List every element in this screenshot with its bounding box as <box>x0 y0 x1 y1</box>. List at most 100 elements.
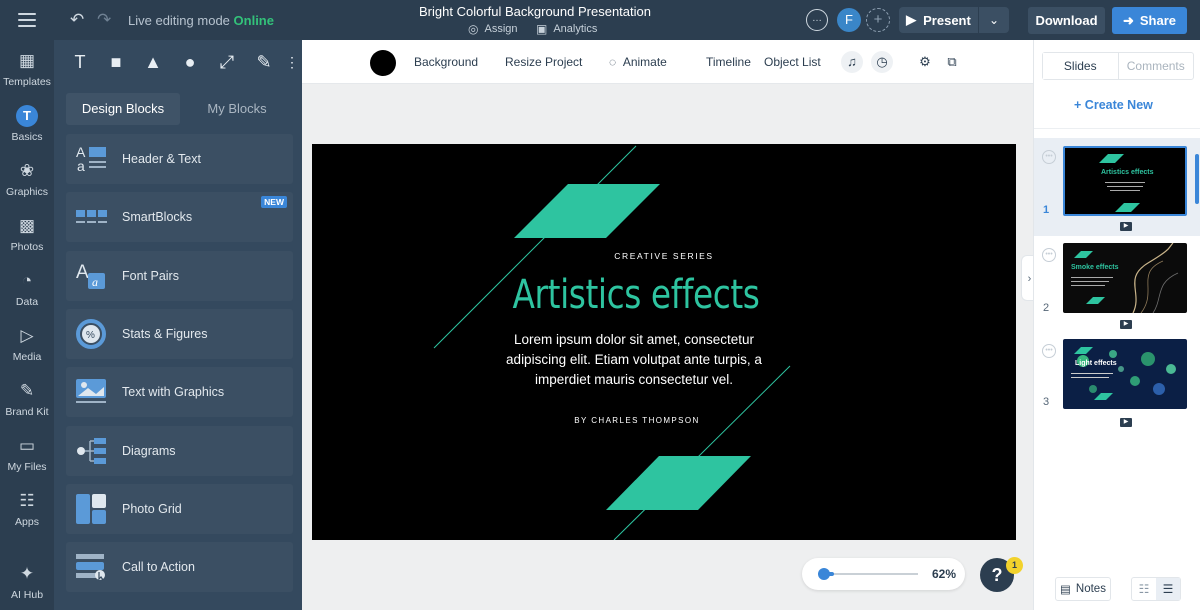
insert-tools: T ■ ▲ ● ⤢ ✎ ⋮ <box>54 40 302 86</box>
triangle-tool-icon[interactable]: ▲ <box>143 52 163 72</box>
list-view-icon[interactable]: ☰ <box>1156 578 1180 600</box>
animate-button[interactable]: ◌ Animate <box>609 55 667 69</box>
tab-design-blocks[interactable]: Design Blocks <box>66 93 180 125</box>
panel-tabs: Design Blocks My Blocks <box>66 93 294 125</box>
slide-thumbnail-row[interactable]: ••• 2 Smoke effects ▶ <box>1034 236 1200 334</box>
slide-options-icon[interactable]: ••• <box>1042 248 1056 262</box>
rectangle-tool-icon[interactable]: ■ <box>106 52 126 72</box>
block-smartblocks[interactable]: SmartBlocks NEW <box>66 192 293 242</box>
slides-scrollbar[interactable] <box>1195 154 1199 204</box>
background-color-swatch[interactable] <box>370 50 396 76</box>
slide-thumbnail-row[interactable]: ••• 1 Artistics effects ▶ <box>1034 138 1200 236</box>
zoom-slider-handle[interactable] <box>818 568 830 580</box>
line-tool-icon[interactable]: ⤢ <box>217 52 237 72</box>
block-diagrams[interactable]: Diagrams <box>66 426 293 476</box>
animate-icon: ◌ <box>609 55 617 69</box>
block-header-text[interactable]: Aa Header & Text <box>66 134 293 184</box>
left-nav: ▦ Templates T Basics ❀ Graphics ▩ Photos… <box>0 40 54 610</box>
tab-my-blocks[interactable]: My Blocks <box>180 93 294 125</box>
nav-item-photos[interactable]: ▩ Photos <box>0 215 54 253</box>
block-stats-figures[interactable]: % Stats & Figures <box>66 309 293 359</box>
slides-panel: Slides Comments + Create New ••• 1 Artis… <box>1033 40 1200 610</box>
accent-parallelogram-top[interactable] <box>514 184 660 238</box>
block-label: Stats & Figures <box>122 327 208 341</box>
block-font-pairs[interactable]: Aa Font Pairs <box>66 251 293 301</box>
nav-item-apps[interactable]: ☷ Apps <box>0 490 54 528</box>
pen-tool-icon[interactable]: ✎ <box>254 52 274 72</box>
analytics-link[interactable]: ▣ Analytics <box>536 22 597 36</box>
download-button[interactable]: Download <box>1028 7 1105 34</box>
photo-grid-icon <box>76 494 108 524</box>
transition-icon[interactable]: ▶ <box>1120 418 1132 427</box>
block-photo-grid[interactable]: Photo Grid <box>66 484 293 534</box>
comments-icon[interactable]: … <box>806 9 828 31</box>
search-slide-icon[interactable]: ⧉ <box>941 51 963 73</box>
zoom-control: 62% <box>802 558 965 590</box>
avatar[interactable]: F <box>837 8 861 32</box>
slide-thumbnail[interactable]: Smoke effects <box>1063 243 1187 313</box>
menu-icon[interactable] <box>18 13 36 27</box>
notes-button[interactable]: ▤ Notes <box>1055 577 1111 601</box>
slide-body[interactable]: Lorem ipsum dolor sit amet, consectetur … <box>502 330 766 390</box>
redo-icon[interactable]: ↷ <box>97 10 111 30</box>
timeline-button[interactable]: Timeline <box>706 55 751 69</box>
slide-options-icon[interactable]: ••• <box>1042 150 1056 164</box>
text-with-graphics-icon <box>76 377 108 407</box>
more-tools-icon[interactable]: ⋮ <box>282 52 302 72</box>
brand-kit-icon: ✎ <box>19 381 35 400</box>
slides-panel-tabs: Slides Comments <box>1042 52 1194 80</box>
background-button[interactable]: Background <box>414 55 478 69</box>
grid-view-icon[interactable]: ☷ <box>1132 578 1156 600</box>
editor-toolbar: Background Resize Project ◌ Animate Time… <box>302 40 1033 84</box>
accent-parallelogram-bottom[interactable] <box>606 456 751 510</box>
slide-thumbnail[interactable]: Light effects <box>1063 339 1187 409</box>
slide-number: 3 <box>1043 396 1050 408</box>
slide-byline[interactable]: BY CHARLES THOMPSON <box>312 416 962 425</box>
nav-label: Photos <box>10 241 44 253</box>
nav-item-graphics[interactable]: ❀ Graphics <box>0 160 54 198</box>
nav-item-data[interactable]: ◔ Data <box>0 270 54 308</box>
slide-thumbnail[interactable]: Artistics effects <box>1063 146 1187 216</box>
zoom-track[interactable] <box>824 573 918 575</box>
nav-label: Brand Kit <box>5 406 49 418</box>
nav-item-ai-hub[interactable]: ✦ AI Hub <box>0 563 54 601</box>
slide-title[interactable]: Artistics effects <box>370 272 901 318</box>
nav-label: Basics <box>11 131 43 143</box>
tab-slides[interactable]: Slides <box>1043 53 1119 79</box>
project-title[interactable]: Bright Colorful Background Presentation <box>380 4 690 19</box>
nav-item-basics[interactable]: T Basics <box>0 105 54 143</box>
add-collaborator-icon[interactable]: + <box>866 8 890 32</box>
nav-item-media[interactable]: ▷ Media <box>0 325 54 363</box>
block-text-with-graphics[interactable]: Text with Graphics <box>66 367 293 417</box>
transition-icon[interactable]: ▶ <box>1120 320 1132 329</box>
nav-item-brand-kit[interactable]: ✎ Brand Kit <box>0 380 54 418</box>
graphics-icon: ❀ <box>19 161 35 180</box>
nav-label: Data <box>15 296 39 308</box>
assign-link[interactable]: ◎ Assign <box>468 22 518 36</box>
tab-comments[interactable]: Comments <box>1119 53 1194 79</box>
slide-options-icon[interactable]: ••• <box>1042 344 1056 358</box>
create-new-slide-button[interactable]: + Create New <box>1074 98 1153 112</box>
present-button[interactable]: ▶ Present <box>899 7 978 33</box>
svg-text:A: A <box>76 262 89 283</box>
object-list-button[interactable]: Object List <box>764 55 821 69</box>
resize-project-button[interactable]: Resize Project <box>505 55 582 69</box>
present-options-chevron-down-icon[interactable]: ⌄ <box>979 7 1009 33</box>
undo-icon[interactable]: ↶ <box>70 10 84 30</box>
ai-hub-icon: ✦ <box>19 564 35 583</box>
music-icon[interactable]: ♫ <box>841 51 863 73</box>
text-tool-icon[interactable]: T <box>70 52 90 72</box>
timer-icon[interactable]: ◷ <box>871 51 893 73</box>
slide-canvas[interactable]: CREATIVE SERIES Artistics effects Lorem … <box>312 144 1016 540</box>
slide-eyebrow[interactable]: CREATIVE SERIES <box>312 251 1016 261</box>
circle-tool-icon[interactable]: ● <box>180 52 200 72</box>
zoom-level[interactable]: 62% <box>932 567 956 581</box>
block-call-to-action[interactable]: Call to Action <box>66 542 293 592</box>
nav-label: My Files <box>7 461 47 473</box>
transition-icon[interactable]: ▶ <box>1120 222 1132 231</box>
share-button[interactable]: ➜ Share <box>1112 7 1187 34</box>
nav-item-my-files[interactable]: ▭ My Files <box>0 435 54 473</box>
settings-gear-icon[interactable]: ⚙ <box>914 51 936 73</box>
slide-thumbnail-row[interactable]: ••• 3 Light effects ▶ <box>1034 334 1200 432</box>
nav-item-templates[interactable]: ▦ Templates <box>0 50 54 88</box>
